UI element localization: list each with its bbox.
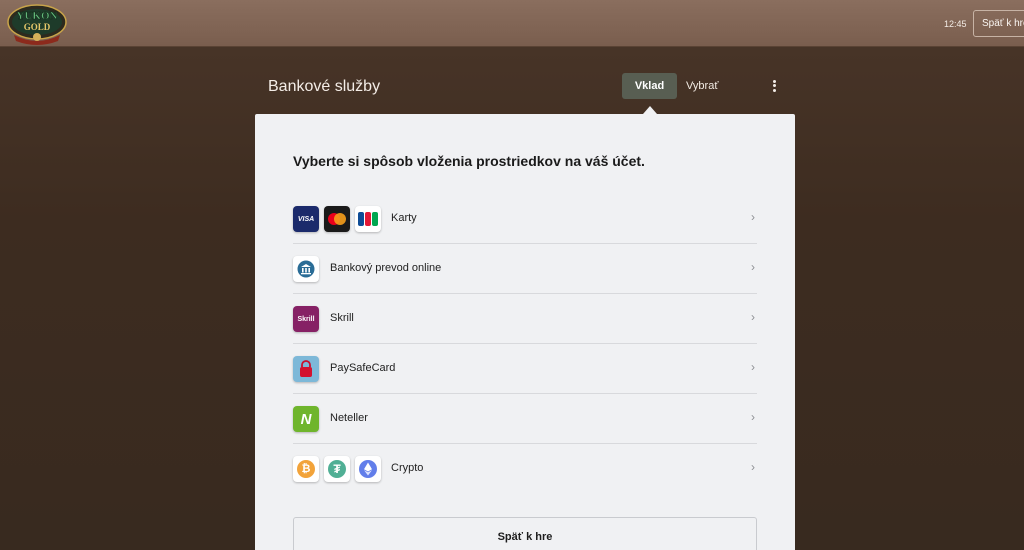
jcb-icon (355, 206, 381, 232)
method-neteller[interactable]: N Neteller › (293, 394, 757, 444)
chevron-right-icon: › (751, 410, 755, 424)
chevron-right-icon: › (751, 210, 755, 224)
tether-icon-text: ₮ (328, 460, 346, 478)
ethereum-icon (355, 456, 381, 482)
tether-icon: ₮ (324, 456, 350, 482)
mastercard-icon (324, 206, 350, 232)
method-bank-transfer[interactable]: Bankový prevod online › (293, 244, 757, 294)
neteller-icon: N (293, 406, 319, 432)
bitcoin-icon-text: ₿ (297, 460, 315, 478)
method-label: Skrill (330, 312, 354, 324)
payment-methods-panel: Vyberte si spôsob vloženia prostriedkov … (255, 114, 795, 550)
chevron-right-icon: › (751, 260, 755, 274)
tab-deposit[interactable]: Vklad (622, 73, 677, 99)
skrill-icon: Skrill (293, 306, 319, 332)
top-bar: YUKON GOLD 12:45 Späť k hre (0, 0, 1024, 47)
panel-heading: Vyberte si spôsob vloženia prostriedkov … (293, 153, 645, 169)
more-options-icon[interactable] (766, 78, 782, 94)
method-skrill[interactable]: Skrill Skrill › (293, 294, 757, 344)
visa-icon: VISA (293, 206, 319, 232)
page-title: Bankové služby (268, 78, 381, 95)
visa-icon-text: VISA (297, 215, 315, 223)
clock: 12:45 (944, 19, 967, 29)
back-to-game-button-top[interactable]: Späť k hre (973, 10, 1024, 37)
method-paysafecard[interactable]: PaySafeCard › (293, 344, 757, 394)
logo-text-top: YUKON (17, 10, 58, 22)
neteller-icon-text: N (300, 410, 312, 428)
skrill-icon-text: Skrill (297, 315, 315, 323)
back-to-game-button[interactable]: Späť k hre (293, 517, 757, 550)
method-label: Neteller (330, 412, 368, 424)
bitcoin-icon: ₿ (293, 456, 319, 482)
casino-logo[interactable]: YUKON GOLD (6, 3, 68, 45)
active-tab-caret (643, 106, 657, 114)
chevron-right-icon: › (751, 310, 755, 324)
chevron-right-icon: › (751, 360, 755, 374)
method-label: PaySafeCard (330, 362, 396, 374)
method-label: Crypto (391, 462, 424, 474)
paysafecard-icon (293, 356, 319, 382)
tab-withdraw[interactable]: Vybrať (686, 73, 718, 99)
logo-text-bottom: GOLD (24, 22, 51, 32)
method-cards[interactable]: VISA Karty › (293, 194, 757, 244)
bank-icon (293, 256, 319, 282)
method-label: Karty (391, 212, 417, 224)
method-crypto[interactable]: ₿ ₮ Crypto › (293, 444, 757, 494)
chevron-right-icon: › (751, 460, 755, 474)
method-label: Bankový prevod online (330, 262, 442, 274)
